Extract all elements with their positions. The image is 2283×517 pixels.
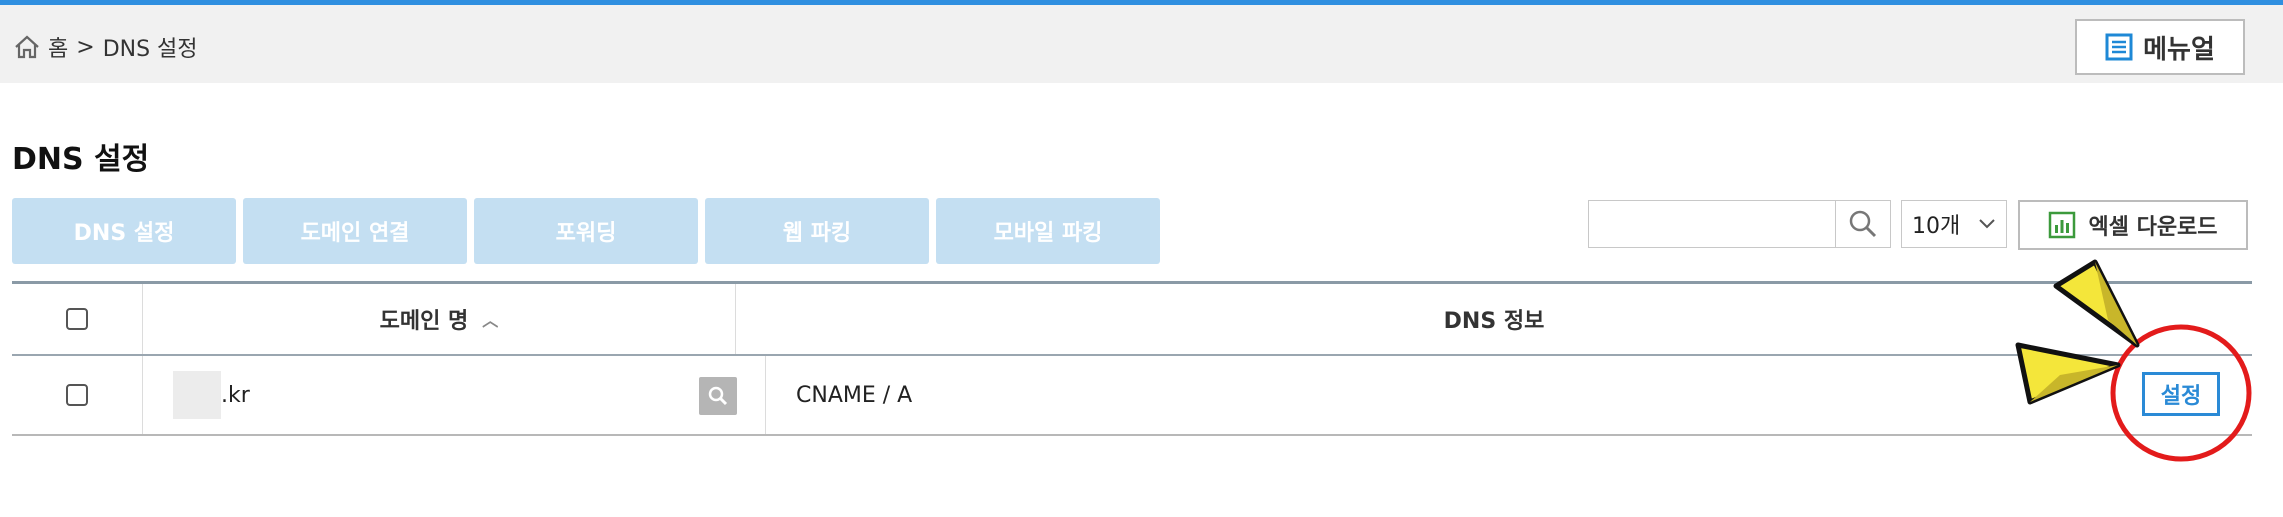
- tab-mobile-parking[interactable]: 모바일 파킹: [936, 198, 1160, 264]
- tab-domain-connect[interactable]: 도메인 연결: [243, 198, 467, 264]
- domain-table: 도메인 명 ︿ DNS 정보 .kr CNAME / A: [12, 281, 2252, 436]
- domain-lookup-button[interactable]: [699, 377, 737, 415]
- breadcrumb-separator: >: [76, 34, 95, 60]
- header-domain[interactable]: 도메인 명 ︿: [143, 284, 736, 354]
- dns-settings-button[interactable]: 설정: [2142, 372, 2220, 416]
- search-icon: [1849, 210, 1877, 238]
- table-header: 도메인 명 ︿ DNS 정보: [12, 281, 2252, 356]
- search-button[interactable]: [1835, 201, 1890, 247]
- table-row: .kr CNAME / A: [12, 356, 2252, 436]
- top-bar: 홈 > DNS 설정 메뉴얼: [0, 5, 2283, 83]
- excel-download-button[interactable]: 엑셀 다운로드: [2018, 200, 2248, 250]
- document-list-icon: [2105, 33, 2133, 61]
- page-title: DNS 설정: [12, 142, 150, 177]
- header-checkbox-cell: [12, 284, 143, 354]
- manual-button-label: 메뉴얼: [2143, 34, 2215, 65]
- excel-download-label: 엑셀 다운로드: [2088, 215, 2218, 240]
- home-icon[interactable]: [14, 35, 40, 59]
- row-checkbox-cell: [12, 356, 143, 434]
- header-dns-info: DNS 정보: [736, 284, 2252, 354]
- redacted-domain: [173, 371, 221, 419]
- breadcrumb-home[interactable]: 홈: [48, 31, 68, 63]
- tab-forwarding[interactable]: 포워딩: [474, 198, 698, 264]
- select-all-checkbox[interactable]: [66, 308, 88, 330]
- domain-suffix: .kr: [221, 382, 250, 408]
- chevron-down-icon: [1979, 219, 1995, 229]
- manual-button[interactable]: 메뉴얼: [2075, 19, 2245, 75]
- search-input[interactable]: [1589, 201, 1834, 247]
- per-page-value: 10개: [1912, 214, 1961, 239]
- per-page-select[interactable]: 10개: [1901, 200, 2007, 248]
- row-checkbox[interactable]: [66, 384, 88, 406]
- header-domain-label: 도메인 명: [379, 309, 469, 334]
- header-dns-label: DNS 정보: [1443, 309, 1545, 334]
- magnifier-icon: [708, 386, 728, 406]
- tab-web-parking[interactable]: 웹 파킹: [705, 198, 929, 264]
- breadcrumb: 홈 > DNS 설정: [14, 29, 198, 65]
- tab-bar: DNS 설정 도메인 연결 포워딩 웹 파킹 모바일 파킹: [12, 198, 1167, 264]
- sort-asc-icon[interactable]: ︿: [482, 307, 498, 331]
- search-box: [1588, 200, 1891, 248]
- excel-chart-icon: [2049, 211, 2076, 239]
- tab-dns-settings[interactable]: DNS 설정: [12, 198, 236, 264]
- domain-cell: .kr: [143, 356, 766, 434]
- breadcrumb-current: DNS 설정: [102, 37, 198, 62]
- dns-info-cell: CNAME / A: [766, 356, 2252, 434]
- dns-info-value: CNAME / A: [796, 382, 913, 408]
